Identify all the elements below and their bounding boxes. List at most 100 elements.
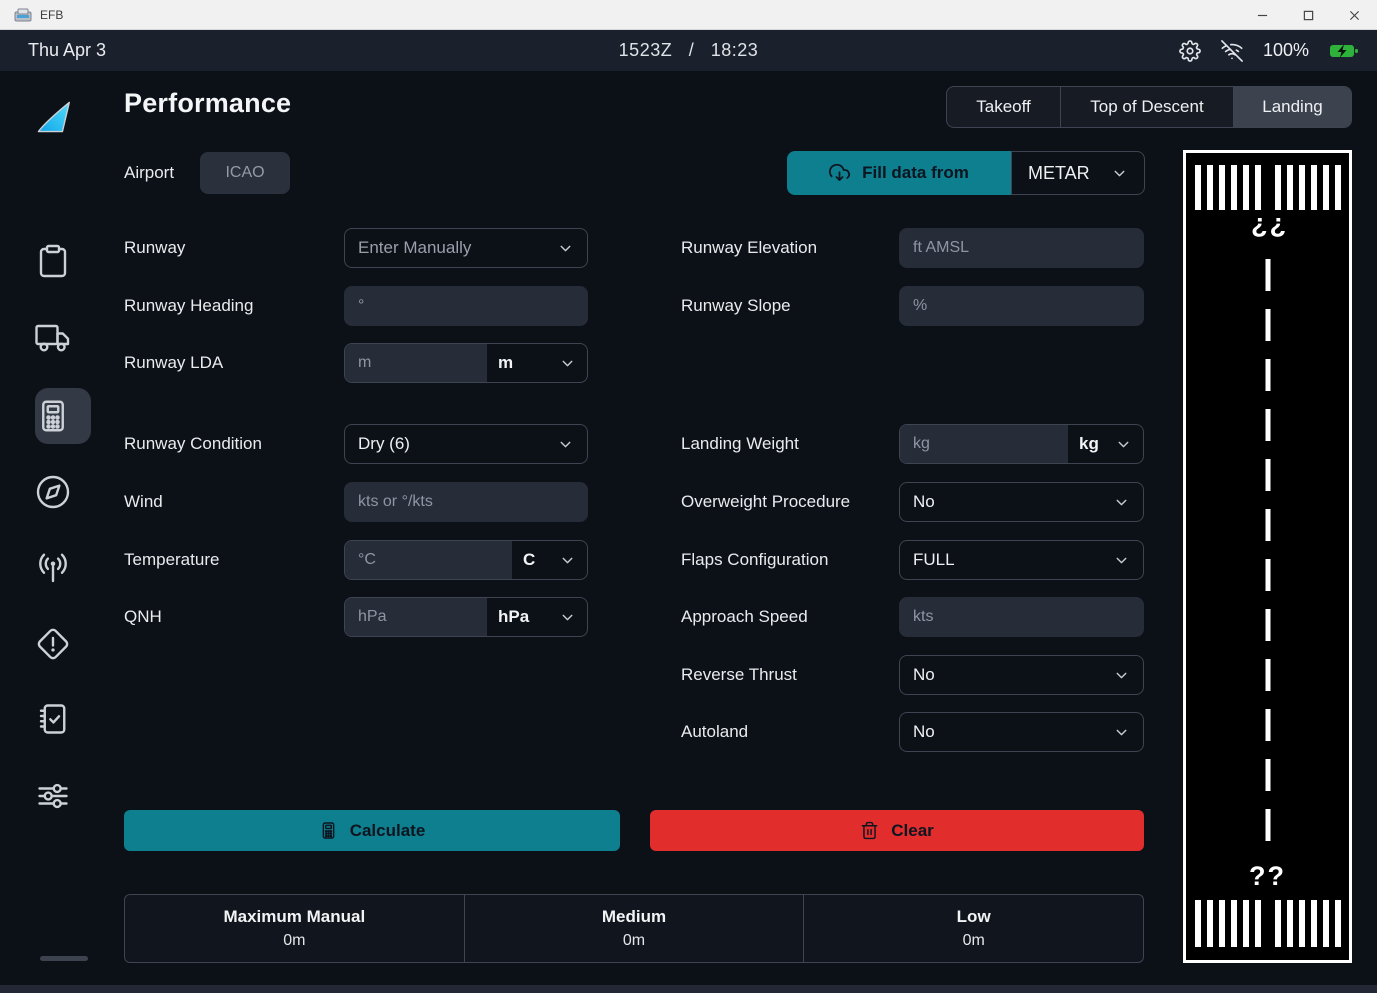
chevron-down-icon [559, 552, 576, 569]
status-clock: 1523Z / 18:23 [0, 30, 1377, 71]
overweight-procedure-value: No [913, 492, 935, 512]
autobrake-results-panel: Maximum Manual 0m Medium 0m Low 0m [124, 894, 1144, 963]
autoland-select[interactable]: No [899, 712, 1144, 752]
runway-heading-label: Runway Heading [124, 286, 253, 326]
approach-speed-label: Approach Speed [681, 597, 808, 637]
chevron-down-icon [1115, 436, 1132, 453]
chevron-down-icon [1113, 667, 1130, 684]
minimize-icon[interactable] [1239, 0, 1285, 30]
airport-icao-input[interactable] [200, 152, 290, 194]
sidebar-item-alerts[interactable] [0, 621, 105, 667]
sidebar-nav [0, 71, 105, 993]
maximize-icon[interactable] [1285, 0, 1331, 30]
clock-separator: / [689, 40, 695, 60]
landing-weight-unit-select[interactable]: kg [1068, 425, 1143, 463]
chevron-down-icon [559, 609, 576, 626]
runway-slope-input[interactable] [899, 286, 1144, 326]
landing-weight-input[interactable] [900, 425, 1068, 463]
sliders-icon [35, 778, 71, 814]
clear-label: Clear [891, 821, 934, 841]
sidebar-item-checklist[interactable] [0, 696, 105, 742]
runway-select-value: Enter Manually [358, 238, 471, 258]
app-icon [14, 7, 32, 23]
autoland-label: Autoland [681, 712, 748, 752]
chevron-down-icon [1113, 552, 1130, 569]
landing-weight-label: Landing Weight [681, 424, 799, 464]
chevron-down-icon [1113, 494, 1130, 511]
runway-select[interactable]: Enter Manually [344, 228, 588, 268]
temperature-unit-select[interactable]: C [512, 541, 587, 579]
result-low: Low 0m [804, 895, 1143, 962]
runway-lda-unit-select[interactable]: m [487, 344, 587, 382]
settings-gear-icon[interactable] [1179, 40, 1201, 62]
efb-app-window: EFB Thu Apr 3 1523Z / 18:23 100% [0, 0, 1377, 993]
runway-elevation-input[interactable] [899, 228, 1144, 268]
sidebar-item-clipboard[interactable] [0, 239, 105, 283]
runway-designator-near: ?? [1186, 861, 1349, 892]
autoland-value: No [913, 722, 935, 742]
tab-landing[interactable]: Landing [1234, 87, 1351, 127]
reverse-thrust-select[interactable]: No [899, 655, 1144, 695]
utc-time: 1523Z [619, 40, 673, 60]
tab-top-of-descent[interactable]: Top of Descent [1061, 87, 1234, 127]
fill-data-from-button[interactable]: Fill data from [787, 151, 1011, 195]
result-header: Low [957, 907, 991, 927]
wifi-off-icon[interactable] [1221, 40, 1243, 62]
runway-condition-value: Dry (6) [358, 434, 410, 454]
sidebar-item-radio[interactable] [0, 546, 105, 592]
runway-heading-input[interactable] [344, 286, 588, 326]
runway-condition-label: Runway Condition [124, 424, 262, 464]
wind-label: Wind [124, 482, 163, 522]
temperature-unit-value: C [523, 550, 535, 570]
overweight-procedure-label: Overweight Procedure [681, 482, 850, 522]
qnh-label: QNH [124, 597, 162, 637]
antenna-icon [35, 551, 71, 587]
sidebar-item-fuel-truck[interactable] [0, 316, 105, 360]
app-logo [0, 95, 105, 139]
temperature-input[interactable] [345, 541, 512, 579]
airport-label: Airport [124, 152, 174, 194]
wind-input[interactable] [344, 482, 588, 522]
temperature-label: Temperature [124, 540, 219, 580]
runway-threshold-far [1186, 165, 1349, 210]
clear-button[interactable]: Clear [650, 810, 1144, 851]
calculate-button[interactable]: Calculate [124, 810, 620, 851]
performance-phase-tabs: Takeoff Top of Descent Landing [946, 86, 1352, 128]
runway-label: Runway [124, 228, 185, 268]
checklist-icon [35, 701, 71, 737]
runway-lda-input[interactable] [345, 344, 487, 382]
window-title: EFB [40, 8, 63, 22]
sidebar-item-navigation[interactable] [0, 469, 105, 515]
landing-weight-field: kg [899, 424, 1144, 464]
fill-data-from-label: Fill data from [862, 163, 969, 183]
landing-weight-unit-value: kg [1079, 434, 1099, 454]
sidebar-item-tuning[interactable] [0, 773, 105, 819]
qnh-field: hPa [344, 597, 588, 637]
alert-diamond-icon [35, 626, 71, 662]
sidebar-divider [40, 956, 88, 961]
cloud-download-icon [829, 163, 850, 184]
calculator-icon [35, 398, 71, 434]
status-bar: Thu Apr 3 1523Z / 18:23 100% [0, 30, 1377, 71]
tab-takeoff[interactable]: Takeoff [947, 87, 1061, 127]
close-icon[interactable] [1331, 0, 1377, 30]
flaps-configuration-select[interactable]: FULL [899, 540, 1144, 580]
qnh-unit-value: hPa [498, 607, 529, 627]
qnh-input[interactable] [345, 598, 487, 636]
result-maximum-manual: Maximum Manual 0m [125, 895, 465, 962]
bottom-edge [0, 985, 1377, 993]
fill-source-value: METAR [1028, 163, 1090, 184]
fill-source-select[interactable]: METAR [1011, 151, 1145, 195]
truck-icon [35, 320, 71, 356]
chevron-down-icon [559, 355, 576, 372]
approach-speed-input[interactable] [899, 597, 1144, 637]
runway-threshold-near [1186, 900, 1349, 947]
qnh-unit-select[interactable]: hPa [487, 598, 587, 636]
sidebar-item-performance-calculator[interactable] [0, 392, 105, 440]
result-value: 0m [623, 932, 645, 950]
overweight-procedure-select[interactable]: No [899, 482, 1144, 522]
result-value: 0m [283, 932, 305, 950]
calculator-icon [319, 821, 338, 840]
runway-diagram: ?? ?? [1183, 150, 1352, 963]
runway-condition-select[interactable]: Dry (6) [344, 424, 588, 464]
